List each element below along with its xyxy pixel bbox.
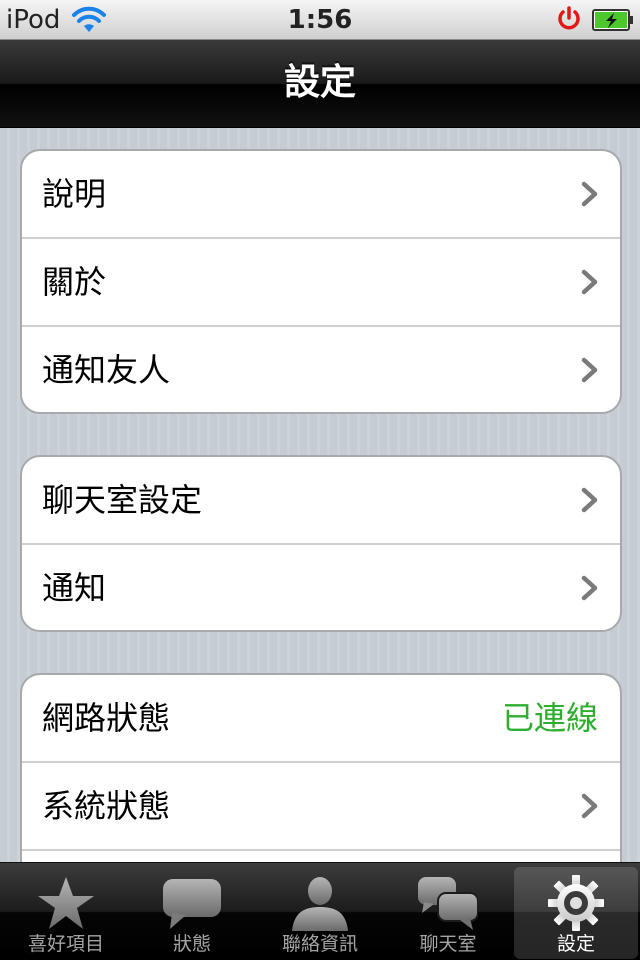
star-icon [38, 877, 94, 929]
network-status-value: 已連線 [501, 699, 598, 737]
gear-icon [548, 875, 604, 931]
tab-settings[interactable]: 設定 [514, 867, 638, 959]
tab-favorites[interactable]: 喜好項目 [4, 867, 128, 959]
status-bar: iPod 1:56 [0, 0, 640, 40]
tab-label: 聊天室 [419, 933, 477, 955]
settings-row-system-status[interactable]: 系統狀態 [22, 763, 620, 851]
chevron-right-icon [581, 793, 598, 819]
tab-status[interactable]: 狀態 [130, 867, 254, 959]
settings-row-tell-friends[interactable]: 通知友人 [22, 327, 620, 412]
chevron-right-icon [581, 269, 598, 295]
row-label: 關於 [42, 263, 107, 301]
settings-group-2: 聊天室設定 通知 [20, 455, 622, 632]
power-icon [558, 6, 580, 30]
tab-label: 聯絡資訊 [281, 933, 358, 955]
status-time: 1:56 [287, 5, 353, 35]
row-label: 通知友人 [42, 351, 171, 389]
settings-row-network-status: 網路狀態 已連線 [22, 675, 620, 763]
chevron-right-icon [581, 575, 598, 601]
settings-row-notifications[interactable]: 通知 [22, 545, 620, 630]
battery-icon [592, 9, 633, 31]
tab-label: 喜好項目 [27, 933, 104, 955]
tab-label: 設定 [556, 933, 595, 955]
navigation-bar: 設定 [0, 40, 640, 128]
tab-bar: 喜好項目 狀態 聯絡資訊 聊天室 設定 [0, 862, 640, 960]
row-label: 通知 [42, 569, 107, 607]
chevron-right-icon [581, 357, 598, 383]
person-icon [292, 877, 348, 931]
settings-row-about[interactable]: 關於 [22, 239, 620, 327]
row-label: 系統狀態 [42, 787, 171, 825]
tab-contacts[interactable]: 聯絡資訊 [258, 867, 382, 959]
page-title: 設定 [283, 62, 356, 103]
row-label: 聊天室設定 [42, 481, 203, 519]
chevron-right-icon [581, 181, 598, 207]
settings-group-1: 說明 關於 通知友人 [20, 149, 622, 414]
chevron-right-icon [581, 487, 598, 513]
tab-chatroom[interactable]: 聊天室 [386, 867, 510, 959]
chat-bubbles-icon [418, 877, 478, 930]
settings-row-chatroom-settings[interactable]: 聊天室設定 [22, 457, 620, 545]
row-label: 說明 [42, 175, 107, 213]
speech-bubble-icon [163, 879, 221, 929]
row-label: 網路狀態 [42, 699, 171, 737]
settings-row-help[interactable]: 說明 [22, 151, 620, 239]
tab-label: 狀態 [172, 933, 211, 955]
